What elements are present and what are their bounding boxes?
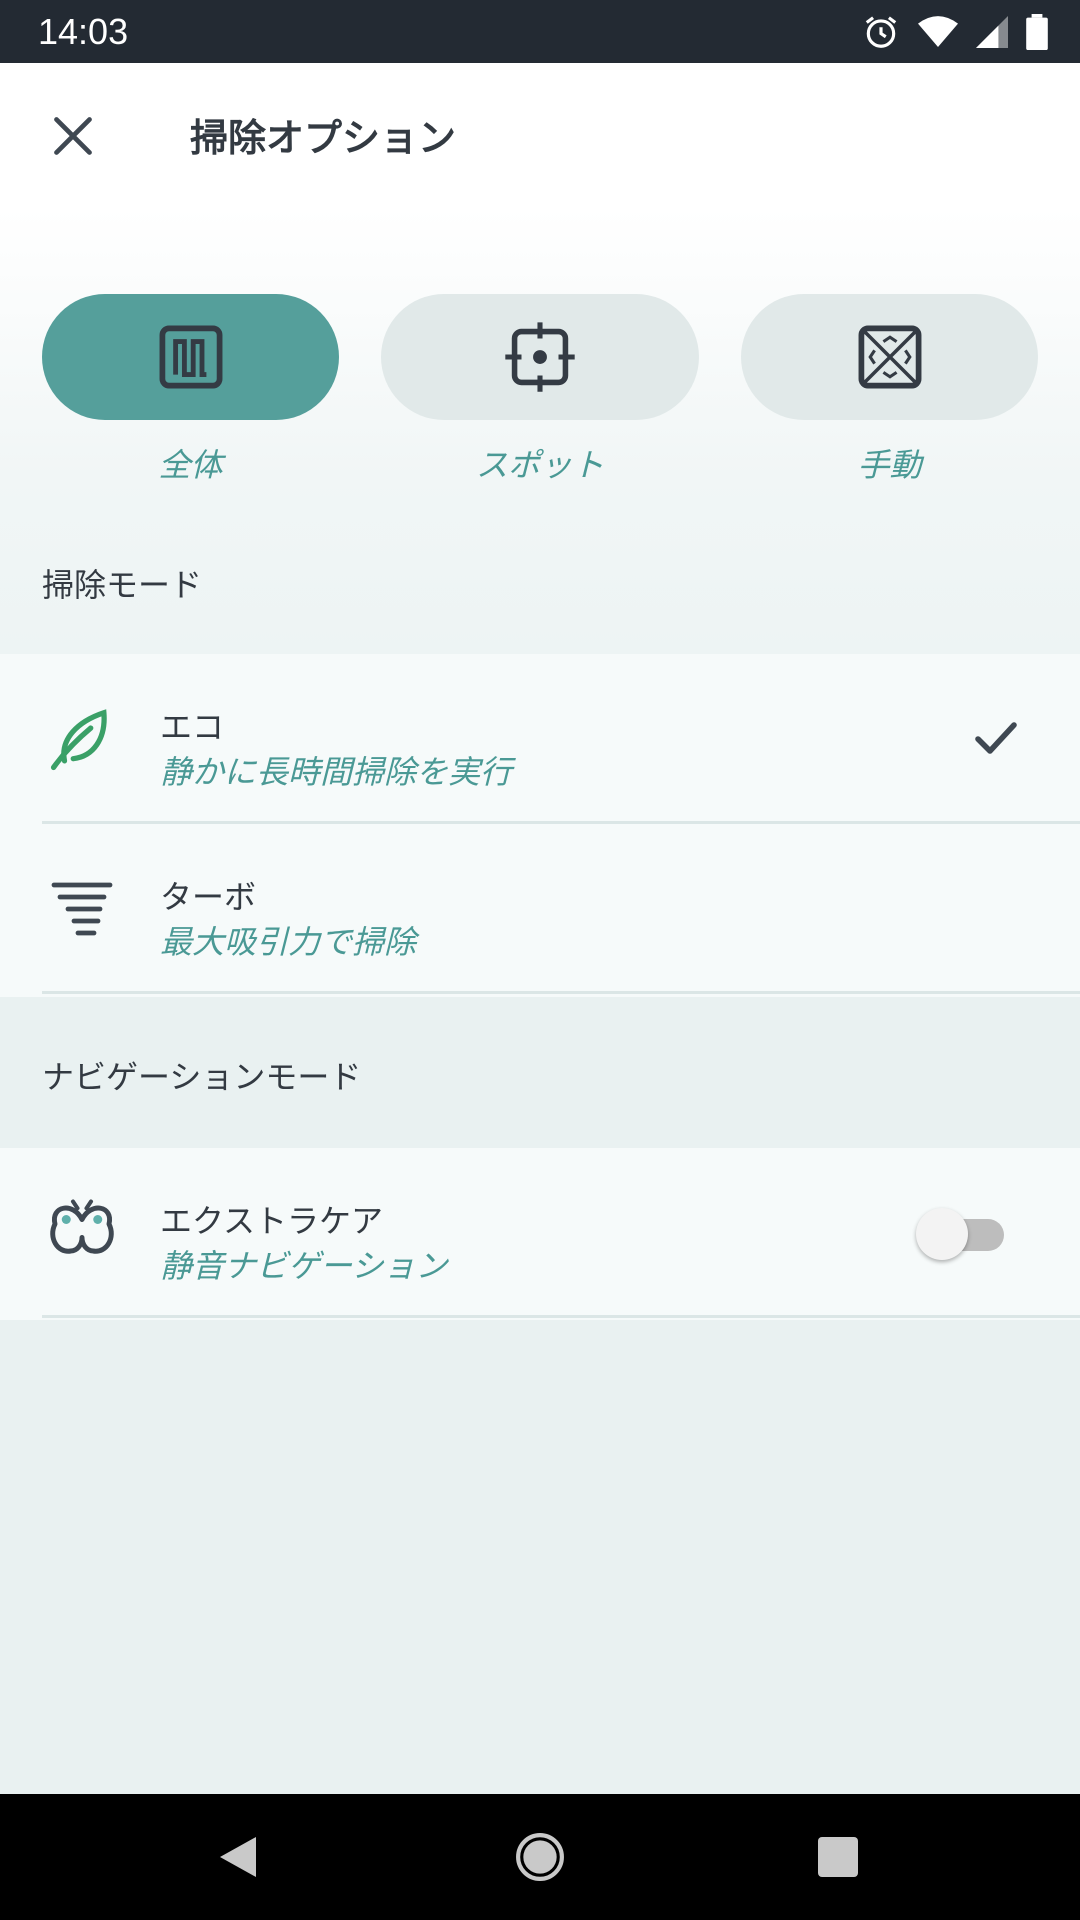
- spot-target-icon: [505, 322, 575, 392]
- clean-type-selector: 全体 スポット 手動 掃除モード: [0, 208, 1080, 654]
- page-title: 掃除オプション: [190, 116, 457, 160]
- close-icon: [54, 117, 92, 155]
- alarm-icon: [862, 13, 900, 51]
- clean-mode-heading: 掃除モード: [42, 566, 203, 604]
- home-button[interactable]: [480, 1794, 600, 1920]
- clean-type-manual-label: 手動: [857, 446, 922, 484]
- extra-care-row[interactable]: エクストラケア 静音ナビゲーション: [0, 1148, 1080, 1318]
- clean-type-spot-button[interactable]: [381, 294, 699, 420]
- back-icon: [220, 1837, 256, 1877]
- whole-area-icon: [159, 325, 222, 389]
- status-time: 14:03: [38, 10, 129, 52]
- manual-icon: [858, 325, 921, 389]
- clean-type-manual-button[interactable]: [741, 294, 1038, 420]
- clean-mode-list: エコ 静かに長時間掃除を実行 ターボ 最大吸引力で掃除: [0, 654, 1080, 997]
- clean-mode-eco-subtitle: 静かに長時間掃除を実行: [160, 753, 513, 791]
- extra-care-title: エクストラケア: [160, 1202, 384, 1240]
- navigation-mode-list: エクストラケア 静音ナビゲーション: [0, 1148, 1080, 1320]
- battery-icon: [1026, 13, 1048, 50]
- butterfly-icon: [42, 1193, 122, 1273]
- status-icons: [862, 13, 1048, 51]
- clean-mode-eco-title: エコ: [160, 708, 225, 746]
- system-nav-bar: [0, 1794, 1080, 1920]
- clean-mode-eco-row[interactable]: エコ 静かに長時間掃除を実行: [0, 654, 1080, 824]
- app-bar: 掃除オプション: [0, 63, 1080, 208]
- leaf-icon: [42, 699, 122, 779]
- clean-mode-turbo-title: ターボ: [160, 878, 257, 916]
- divider: [42, 1315, 1080, 1318]
- wifi-icon: [918, 15, 958, 49]
- clean-type-spot-label: スポット: [475, 446, 604, 484]
- navigation-mode-heading: ナビゲーションモード: [42, 1058, 362, 1096]
- divider: [42, 991, 1080, 994]
- close-button[interactable]: [42, 105, 104, 167]
- clean-type-whole-label: 全体: [158, 446, 223, 484]
- toggle-thumb: [916, 1208, 968, 1260]
- status-bar: 14:03: [0, 0, 1080, 63]
- extra-care-subtitle: 静音ナビゲーション: [160, 1247, 448, 1285]
- home-icon: [516, 1833, 564, 1881]
- tornado-icon: [42, 869, 122, 949]
- recents-icon: [818, 1837, 858, 1877]
- recents-button[interactable]: [778, 1794, 898, 1920]
- clean-mode-turbo-row[interactable]: ターボ 最大吸引力で掃除: [0, 824, 1080, 994]
- checkmark-icon: [975, 722, 1017, 754]
- back-button[interactable]: [178, 1794, 298, 1920]
- extra-care-toggle[interactable]: [916, 1205, 1008, 1261]
- clean-mode-turbo-subtitle: 最大吸引力で掃除: [160, 923, 417, 961]
- signal-icon: [976, 15, 1008, 49]
- clean-type-whole-button[interactable]: [42, 294, 339, 420]
